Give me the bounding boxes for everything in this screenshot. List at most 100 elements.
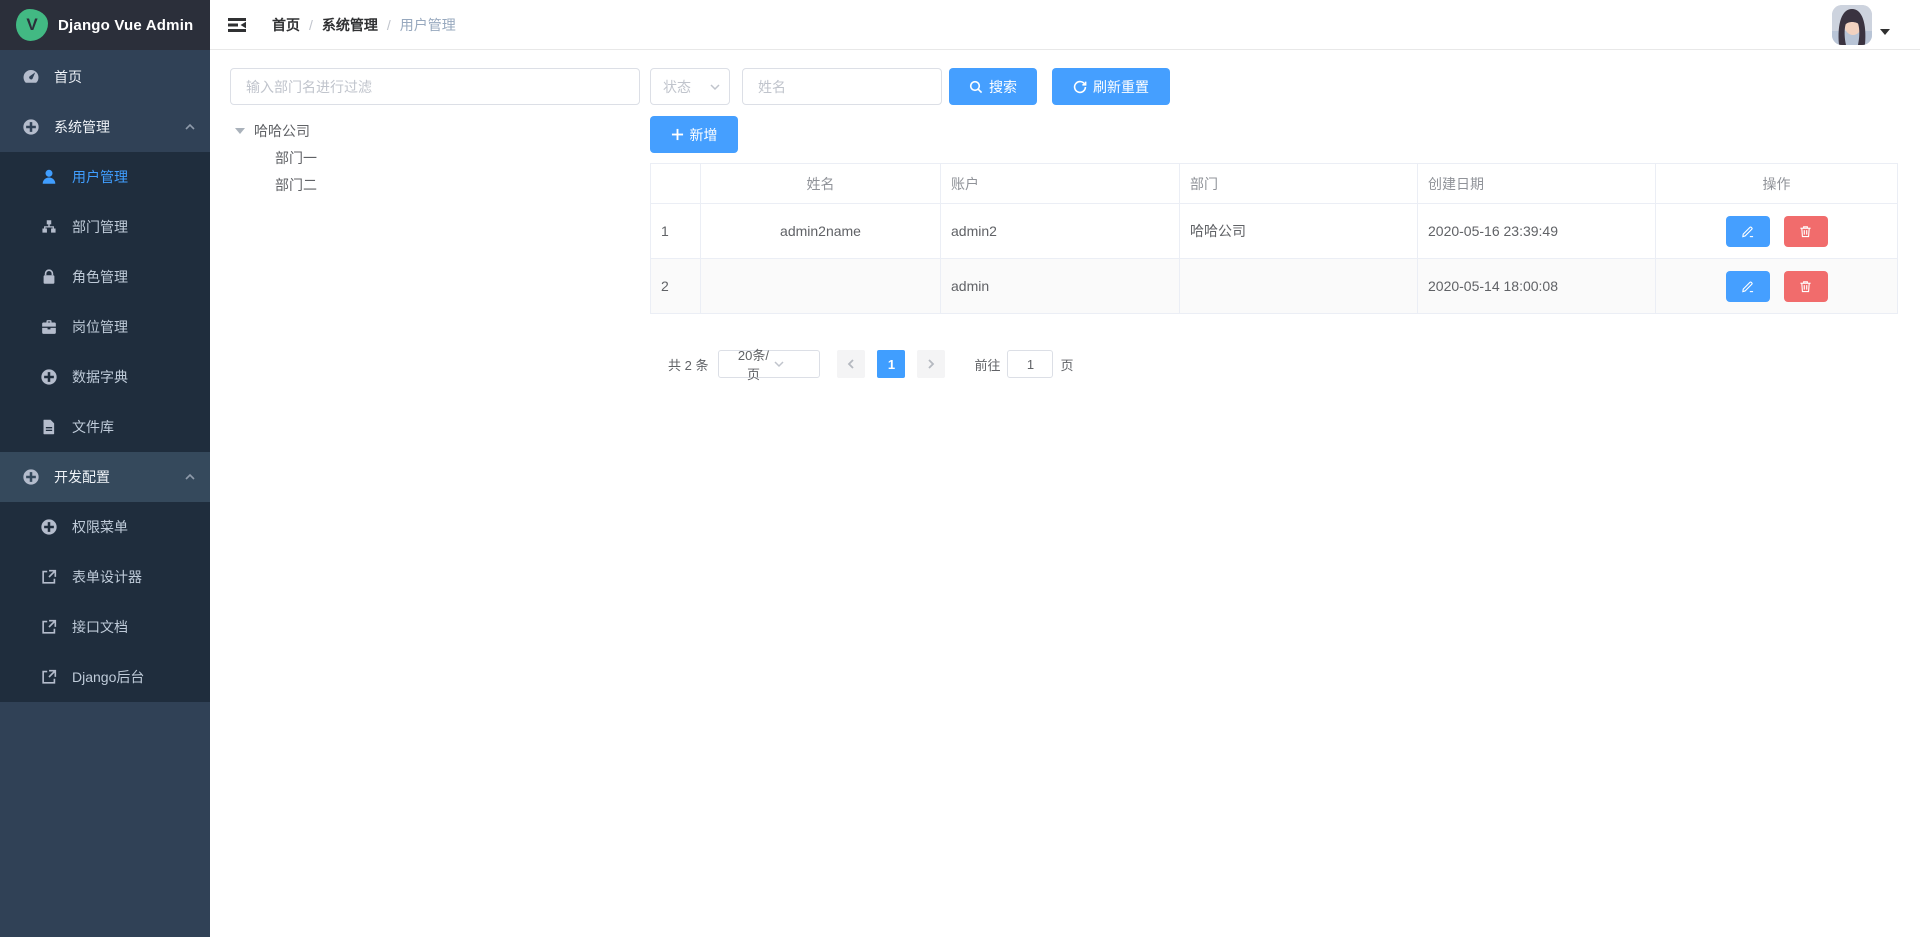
delete-button[interactable]	[1784, 271, 1828, 302]
tree-node-label: 哈哈公司	[254, 121, 310, 141]
delete-button[interactable]	[1784, 216, 1828, 247]
app-title: Django Vue Admin	[58, 17, 193, 34]
goto-page-input[interactable]	[1007, 350, 1053, 378]
cell-index: 2	[651, 259, 701, 314]
component-icon	[40, 368, 58, 386]
cell-name	[701, 259, 941, 314]
table-row: 1 admin2name admin2 哈哈公司 2020-05-16 23:3…	[651, 204, 1898, 259]
tree-node-label: 部门二	[275, 175, 317, 195]
tree-expand-icon[interactable]	[235, 128, 245, 134]
chevron-left-icon	[845, 358, 857, 370]
document-icon	[40, 418, 58, 436]
goto-label: 前往	[974, 355, 1000, 374]
sidebar-item-label: 文件库	[72, 417, 196, 437]
lock-icon	[40, 268, 58, 286]
refresh-reset-button-label: 刷新重置	[1093, 77, 1149, 97]
prev-page-button[interactable]	[837, 350, 865, 378]
sidebar-item-api-docs[interactable]: 接口文档	[0, 602, 210, 652]
cell-dept	[1180, 259, 1418, 314]
briefcase-icon	[40, 318, 58, 336]
search-button-label: 搜索	[989, 77, 1017, 97]
sidebar-submenu-dev-items: 权限菜单 表单设计器 接口文档	[0, 502, 210, 702]
breadcrumb-home[interactable]: 首页	[272, 15, 300, 35]
user-avatar[interactable]	[1832, 5, 1872, 45]
column-header-account: 账户	[941, 164, 1180, 204]
sidebar-item-label: 表单设计器	[72, 567, 196, 587]
row-actions	[1666, 216, 1887, 247]
column-header-created: 创建日期	[1418, 164, 1656, 204]
next-page-button[interactable]	[917, 350, 945, 378]
status-select-placeholder: 状态	[663, 77, 709, 97]
user-panel: 状态 搜索	[650, 68, 1898, 378]
sidebar-item-roles[interactable]: 角色管理	[0, 252, 210, 302]
column-header-dept: 部门	[1180, 164, 1418, 204]
sidebar: V Django Vue Admin 首页 系统管理	[0, 0, 210, 937]
search-button[interactable]: 搜索	[949, 68, 1037, 105]
page-unit-label: 页	[1060, 355, 1073, 374]
search-icon	[969, 80, 983, 94]
user-icon	[40, 168, 58, 186]
department-panel: 哈哈公司 部门一 部门二	[230, 68, 640, 198]
sidebar-item-departments[interactable]: 部门管理	[0, 202, 210, 252]
department-filter-input[interactable]	[230, 68, 640, 105]
sidebar-submenu-dev[interactable]: 开发配置	[0, 452, 210, 502]
org-tree-icon	[40, 218, 58, 236]
topbar-right	[1832, 5, 1890, 45]
sidebar-item-files[interactable]: 文件库	[0, 402, 210, 452]
sidebar-submenu-system[interactable]: 系统管理	[0, 102, 210, 152]
sidebar-item-label: 部门管理	[72, 217, 196, 237]
page-number-current[interactable]: 1	[877, 350, 905, 378]
sidebar-item-label: 首页	[54, 67, 196, 87]
edit-button[interactable]	[1726, 271, 1770, 302]
refresh-reset-button[interactable]: 刷新重置	[1052, 68, 1170, 105]
sidebar-item-label: Django后台	[72, 667, 196, 687]
chevron-down-icon	[773, 358, 813, 370]
name-filter-input[interactable]	[742, 68, 942, 105]
add-button[interactable]: 新增	[650, 116, 738, 153]
topbar: 首页 / 系统管理 / 用户管理	[210, 0, 1920, 50]
breadcrumb-system[interactable]: 系统管理	[322, 15, 378, 35]
sidebar-item-dictionary[interactable]: 数据字典	[0, 352, 210, 402]
cell-created: 2020-05-14 18:00:08	[1418, 259, 1656, 314]
cell-dept: 哈哈公司	[1180, 204, 1418, 259]
status-select[interactable]: 状态	[650, 68, 730, 105]
table-row: 2 admin 2020-05-14 18:00:08	[651, 259, 1898, 314]
sidebar-menu: 首页 系统管理 用户管理	[0, 50, 210, 937]
component-icon	[22, 118, 40, 136]
page-size-select[interactable]: 20条/页	[718, 350, 820, 378]
sidebar-item-label: 角色管理	[72, 267, 196, 287]
page-content: 哈哈公司 部门一 部门二 状态	[210, 50, 1920, 937]
chevron-right-icon	[925, 358, 937, 370]
sidebar-item-permission-menu[interactable]: 权限菜单	[0, 502, 210, 552]
chevron-down-icon	[709, 81, 721, 93]
row-actions	[1666, 271, 1887, 302]
sidebar-item-form-designer[interactable]: 表单设计器	[0, 552, 210, 602]
edit-button[interactable]	[1726, 216, 1770, 247]
sidebar-item-posts[interactable]: 岗位管理	[0, 302, 210, 352]
breadcrumb: 首页 / 系统管理 / 用户管理	[272, 15, 456, 35]
sidebar-item-django-admin[interactable]: Django后台	[0, 652, 210, 702]
external-link-icon	[40, 568, 58, 586]
cell-account: admin2	[941, 204, 1180, 259]
department-tree: 哈哈公司 部门一 部门二	[230, 117, 640, 198]
caret-down-icon[interactable]	[1880, 29, 1890, 35]
pencil-icon	[1741, 280, 1754, 293]
chevron-up-icon	[184, 121, 196, 133]
column-header-name: 姓名	[701, 164, 941, 204]
pagination: 共 2 条 20条/页 1 前往	[668, 350, 1898, 378]
sidebar-fold-icon[interactable]	[227, 15, 247, 35]
app-logo[interactable]: V Django Vue Admin	[0, 0, 210, 50]
component-icon	[40, 518, 58, 536]
users-table: 姓名 账户 部门 创建日期 操作 1 admin2name admin2 哈哈公	[650, 163, 1898, 314]
tree-node-root[interactable]: 哈哈公司	[230, 117, 640, 144]
external-link-icon	[40, 668, 58, 686]
column-header-index	[651, 164, 701, 204]
breadcrumb-current: 用户管理	[400, 15, 456, 35]
sidebar-item-home[interactable]: 首页	[0, 52, 210, 102]
chevron-up-icon	[184, 471, 196, 483]
filter-row: 状态 搜索	[650, 68, 1898, 105]
tree-node-child[interactable]: 部门一	[230, 144, 640, 171]
sidebar-item-users[interactable]: 用户管理	[0, 152, 210, 202]
tree-node-child[interactable]: 部门二	[230, 171, 640, 198]
sidebar-item-label: 开发配置	[54, 467, 184, 487]
